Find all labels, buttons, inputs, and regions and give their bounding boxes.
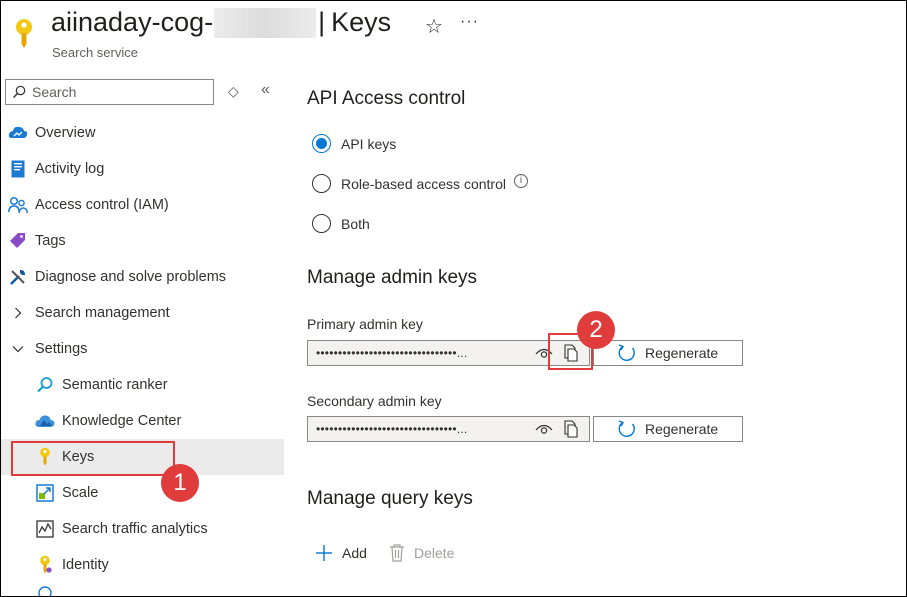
redacted-name [214,7,317,38]
sidebar-item-label: Knowledge Center [62,413,182,429]
search-input[interactable] [32,84,202,100]
chevron-right-icon [8,307,28,319]
annotation-box-keys [11,441,175,476]
page-name: Keys [331,7,392,37]
primary-key-value: ••••••••••••••••••••••••••••••••... [316,346,468,360]
tag-icon [8,231,28,251]
secondary-key-value: ••••••••••••••••••••••••••••••••... [316,422,468,436]
portal-frame: aiinaday-cog- | Keys Search service ☆ ··… [0,0,907,597]
chevron-down-icon [8,345,28,353]
sidebar-item-identity[interactable]: Identity [1,547,284,583]
secondary-key-field[interactable]: ••••••••••••••••••••••••••••••••... [307,416,590,442]
sidebar-item-label: Scale [62,485,99,501]
radio-label: Both [341,215,370,232]
section-title-admin-keys: Manage admin keys [307,267,478,288]
radio-rbac[interactable]: Role-based access control i [312,173,528,193]
chart-icon [35,519,55,539]
sidebar-item-label: Semantic ranker [62,377,168,393]
refresh-icon [618,344,635,361]
search-icon [35,375,55,395]
copy-icon[interactable] [562,420,578,438]
key-vault-icon [16,19,32,48]
sidebar-item-knowledge-center[interactable]: Knowledge Center [1,403,284,439]
regenerate-label: Regenerate [645,345,719,361]
section-title-api-access: API Access control [307,88,466,109]
secondary-key-label: Secondary admin key [307,393,442,409]
star-icon[interactable]: ☆ [425,14,443,39]
sort-icon[interactable]: ◇ [228,83,239,100]
sidebar-search[interactable] [5,79,214,105]
sidebar-item-scale[interactable]: Scale [1,475,284,511]
sidebar-item-overview[interactable]: Overview [1,115,284,151]
info-icon[interactable]: i [513,173,528,188]
add-label: Add [342,545,367,561]
section-title-query-keys: Manage query keys [307,488,473,509]
resource-name: aiinaday-cog- [51,7,214,37]
radio-unchecked-icon[interactable] [312,214,331,233]
sidebar-item-label: Access control (IAM) [35,197,169,213]
radio-unchecked-icon[interactable] [312,174,331,193]
collapse-icon[interactable]: « [261,81,270,99]
regenerate-label: Regenerate [645,421,719,437]
radio-api-keys[interactable]: API keys [312,134,396,153]
sidebar-item-label: Overview [35,125,96,141]
sidebar-item-label: Settings [35,341,88,357]
sidebar-item-label: Identity [62,557,109,573]
eye-icon[interactable] [535,421,553,437]
sidebar-item-label: Activity log [35,161,105,177]
sidebar-item-tags[interactable]: Tags [1,223,284,259]
sidebar-item-label: Diagnose and solve problems [35,269,227,285]
sidebar-item-label: Tags [35,233,66,249]
delete-label: Delete [414,545,455,561]
activity-log-icon [8,159,28,179]
sidebar-item-cutoff[interactable] [1,583,284,596]
annotation-badge-2: 2 [577,311,615,349]
regenerate-secondary-button[interactable]: Regenerate [593,416,743,442]
radio-label: Role-based access control [341,175,506,192]
sidebar-nav: Overview Activity log Access control (IA… [1,115,284,596]
cloud-icon [35,411,55,431]
radio-checked-icon[interactable] [312,134,331,153]
resource-type: Search service [52,45,138,60]
title-separator: | [318,7,326,37]
regenerate-primary-button[interactable]: Regenerate [593,340,743,366]
primary-key-label: Primary admin key [307,316,423,332]
sidebar-item-search-traffic-analytics[interactable]: Search traffic analytics [1,511,284,547]
page-title: aiinaday-cog- | Keys [51,7,391,38]
sidebar-item-label: Search traffic analytics [62,521,208,537]
delete-query-key-button[interactable]: Delete [389,544,454,562]
trash-icon [390,544,404,562]
sidebar-item-semantic-ranker[interactable]: Semantic ranker [1,367,284,403]
sidebar-item-label: Search management [35,305,170,321]
overview-icon [8,123,28,143]
sidebar-group-settings[interactable]: Settings [1,331,284,367]
ellipsis-icon[interactable]: ··· [460,13,479,31]
add-query-key-button[interactable]: Add [315,544,367,562]
identity-icon [35,555,55,575]
search-icon [13,85,26,98]
radio-label: API keys [341,135,397,152]
wrench-icon [8,267,28,287]
sidebar-group-search-management[interactable]: Search management [1,295,284,331]
plus-icon [316,545,332,561]
people-icon [8,195,28,215]
sidebar-item-activity-log[interactable]: Activity log [1,151,284,187]
annotation-badge-1: 1 [161,464,199,502]
refresh-icon [618,420,635,437]
radio-both[interactable]: Both [312,214,370,233]
sidebar-item-access-control[interactable]: Access control (IAM) [1,187,284,223]
sidebar-item-diagnose[interactable]: Diagnose and solve problems [1,259,284,295]
scale-icon [35,483,55,503]
network-icon [35,583,55,596]
